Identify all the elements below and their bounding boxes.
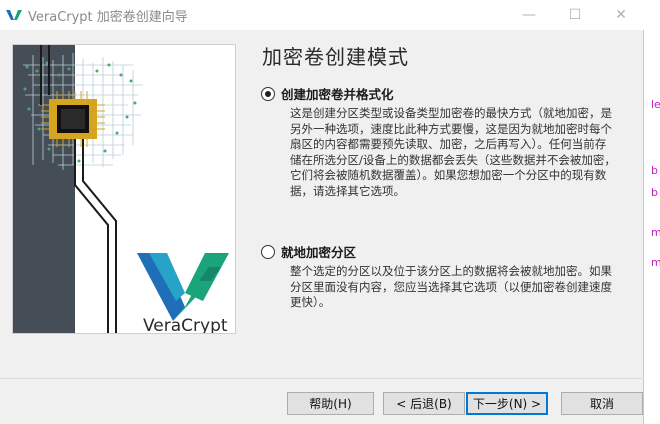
title-bar: VeraCrypt 加密卷创建向导 — ☐ ✕ <box>0 0 644 30</box>
veracrypt-app-icon <box>6 10 22 20</box>
veracrypt-logo-text: VeraCrypt <box>143 316 228 334</box>
radio-selected-dot <box>265 90 271 97</box>
minimize-button[interactable]: — <box>506 0 552 30</box>
maximize-button[interactable]: ☐ <box>552 0 598 30</box>
create-and-format-label[interactable]: 创建加密卷并格式化 <box>281 84 394 103</box>
wizard-banner-image: VeraCrypt <box>12 44 236 334</box>
in-place-encryption-label[interactable]: 就地加密分区 <box>281 242 356 261</box>
help-button[interactable]: 帮助(H) <box>287 392 374 415</box>
page-title: 加密卷创建模式 <box>262 45 409 69</box>
background-glyph: le <box>651 98 660 111</box>
create-and-format-radio[interactable] <box>261 86 275 101</box>
in-place-encryption-radio[interactable] <box>261 244 275 259</box>
window-title: VeraCrypt 加密卷创建向导 <box>28 10 188 25</box>
background-glyph: m <box>651 226 660 239</box>
background-glyph: b <box>651 186 658 199</box>
button-bar-divider <box>0 378 644 379</box>
next-button[interactable]: 下一步(N) > <box>466 392 548 415</box>
wizard-window: VeraCrypt 加密卷创建向导 — ☐ ✕ VeraCrypt 加密卷创建模… <box>0 0 644 424</box>
background-glyph: b <box>651 164 658 177</box>
background-window-edge <box>644 0 660 424</box>
circuit-banner-graphic: VeraCrypt <box>13 45 235 334</box>
in-place-encryption-option[interactable]: 就地加密分区 <box>261 242 356 261</box>
back-button[interactable]: < 后退(B) <box>383 392 465 415</box>
background-glyph: m <box>651 256 660 269</box>
cancel-button[interactable]: 取消 <box>561 392 643 415</box>
close-button[interactable]: ✕ <box>598 0 644 30</box>
create-and-format-option[interactable]: 创建加密卷并格式化 <box>261 84 394 103</box>
in-place-encryption-description: 整个选定的分区以及位于该分区上的数据将会被就地加密。如果 分区里面没有内容，您应… <box>290 264 612 309</box>
create-and-format-description: 这是创建分区类型或设备类型加密卷的最快方式（就地加密，是 另外一种选项，速度比此… <box>290 106 616 198</box>
